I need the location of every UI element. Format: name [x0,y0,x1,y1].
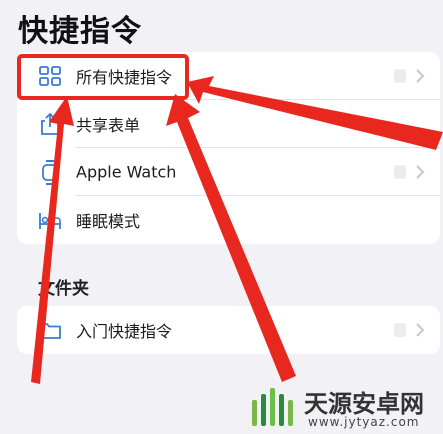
arrow-from-bottom-middle [166,94,296,382]
watermark-text: 天源安卓网 [304,390,424,418]
watermark: 天源安卓网 www.jytyaz.com [248,384,443,434]
watermark-url: www.jytyaz.com [308,415,420,429]
shortcuts-screen: 快捷指令 所有快捷指令 共享表单 Apple Watch 睡眠模式 文件夹 入门… [0,0,443,434]
annotation-arrows [31,76,443,384]
arrow-from-bottom-left [31,96,74,384]
arrow-from-right [187,76,443,150]
watermark-logo-icon [252,388,293,426]
